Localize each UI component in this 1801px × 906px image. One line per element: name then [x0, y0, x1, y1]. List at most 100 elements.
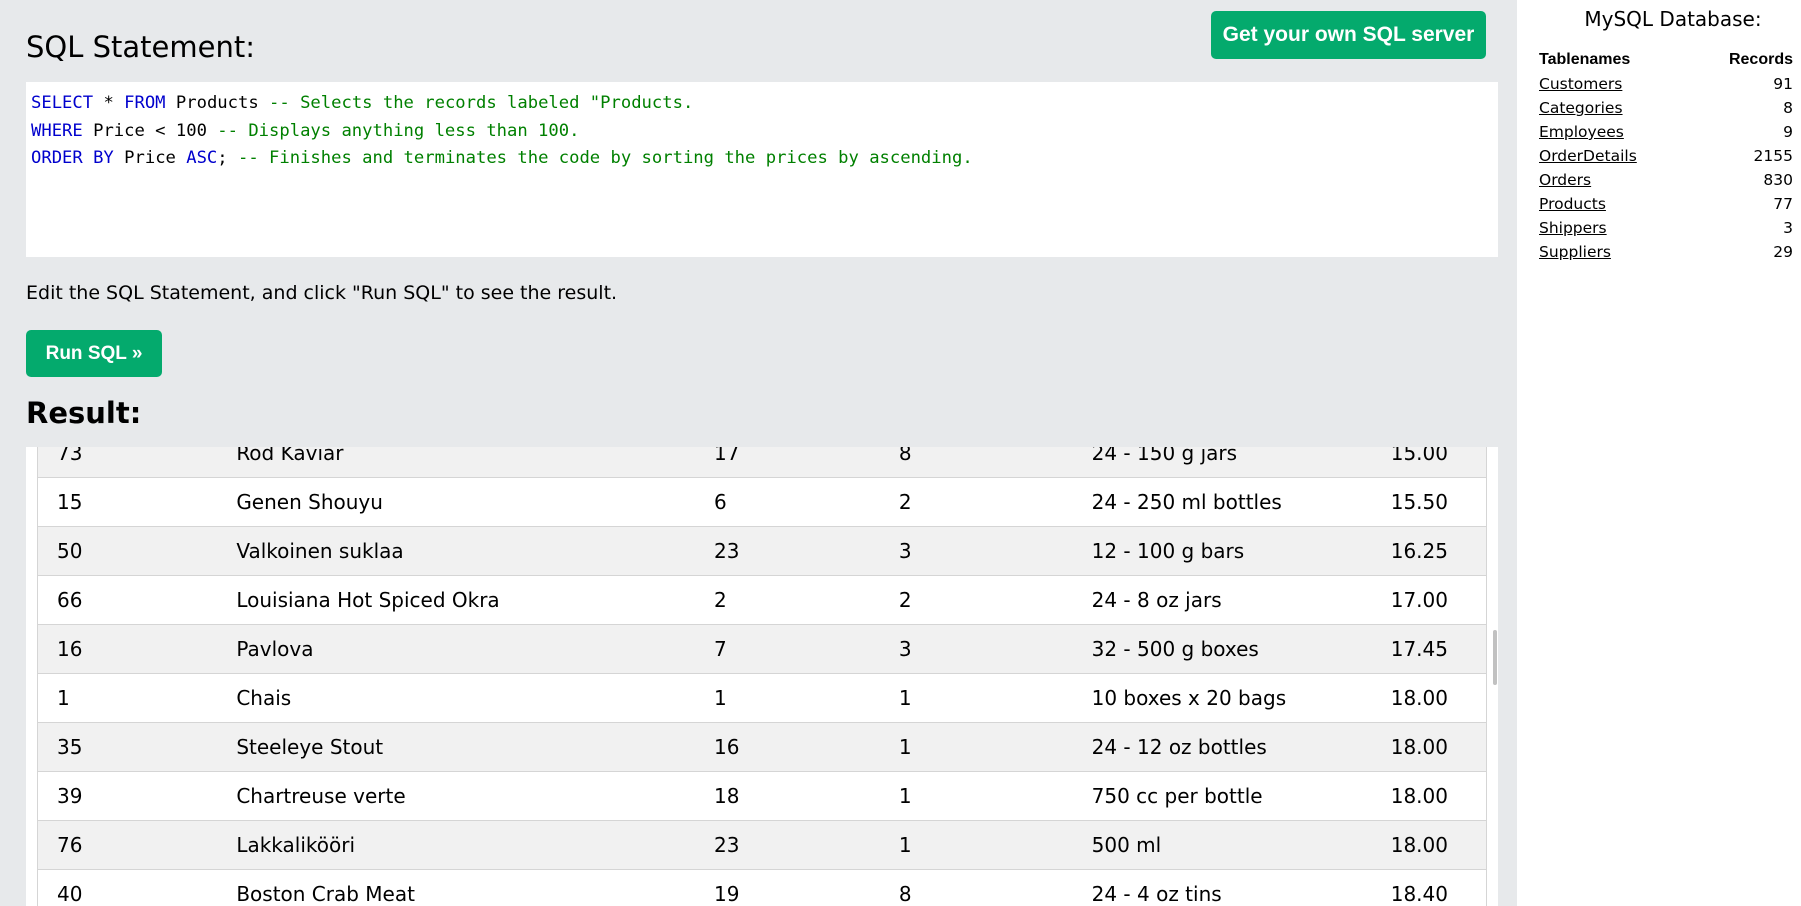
table-row: 40 Boston Crab Meat 19 8 24 - 4 oz tins 18.40 — [37, 869, 1487, 906]
records-header: Records — [1728, 51, 1793, 68]
table-name-link[interactable]: Orders — [1539, 171, 1591, 198]
supplier-id-cell: 18 — [695, 771, 880, 821]
sql-comment: -- Finishes and terminates the code by s… — [237, 148, 973, 169]
record-count: 3 — [1783, 219, 1793, 237]
product-name-cell: Pavlova — [217, 624, 696, 674]
price-cell: 17.45 — [1372, 624, 1487, 674]
sql-keyword: WHERE — [31, 120, 83, 141]
table-list-item: Shippers 3 — [1539, 219, 1793, 246]
result-scrollbar[interactable] — [1493, 630, 1497, 685]
product-id-cell: 15 — [37, 477, 218, 527]
sql-keyword: ASC — [186, 148, 218, 169]
supplier-id-cell: 19 — [695, 869, 880, 906]
sql-keyword: ORDER BY — [31, 148, 114, 169]
supplier-id-cell: 2 — [695, 575, 880, 625]
sql-keyword: SELECT — [31, 93, 94, 113]
price-cell: 15.50 — [1372, 477, 1487, 527]
result-panel[interactable]: 73 Röd Kaviar 17 8 24 - 150 g jars 15.00 15 Gen… — [26, 447, 1498, 906]
table-list-item: Suppliers 29 — [1539, 243, 1793, 270]
unit-cell: 24 - 12 oz bottles — [1072, 722, 1373, 772]
database-title: MySQL Database: — [1584, 7, 1762, 31]
sql-editor-panel: SQL Statement: Get your own SQL server S… — [0, 0, 1517, 906]
category-id-cell: 3 — [879, 624, 1073, 674]
get-sql-server-button[interactable]: Get your own SQL server — [1211, 11, 1486, 59]
table-name-link[interactable]: Categories — [1539, 99, 1623, 126]
product-name-cell: Boston Crab Meat — [217, 869, 696, 906]
unit-cell: 12 - 100 g bars — [1072, 526, 1373, 576]
product-name-cell: Chartreuse verte — [217, 771, 696, 821]
table-row: 66 Louisiana Hot Spiced Okra 2 2 24 - 8 oz j… — [37, 575, 1487, 625]
category-id-cell: 3 — [879, 526, 1073, 576]
category-id-cell: 2 — [879, 477, 1073, 527]
record-count: 830 — [1763, 171, 1793, 189]
table-row: 50 Valkoinen suklaa 23 3 12 - 100 g bars 16.2… — [37, 526, 1487, 576]
product-name-cell: Louisiana Hot Spiced Okra — [217, 575, 696, 625]
sql-code-editor[interactable]: SELECT * FROM Products -- Selects the re… — [26, 82, 1498, 257]
unit-cell: 32 - 500 g boxes — [1072, 624, 1373, 674]
table-row: 35 Steeleye Stout 16 1 24 - 12 oz bottles 18.… — [37, 722, 1487, 772]
tablenames-header: Tablenames — [1539, 51, 1631, 68]
product-id-cell: 1 — [37, 673, 218, 723]
price-cell: 18.00 — [1372, 771, 1487, 821]
code-line: WHERE Price < 100 -- Displays anything l… — [31, 118, 1493, 146]
table-name-link[interactable]: Shippers — [1539, 219, 1607, 246]
table-list-item: OrderDetails 2155 — [1539, 147, 1793, 174]
record-count: 8 — [1783, 99, 1793, 117]
supplier-id-cell: 16 — [695, 722, 880, 772]
table-name-link[interactable]: OrderDetails — [1539, 147, 1637, 174]
product-id-cell: 50 — [37, 526, 218, 576]
product-id-cell: 73 — [37, 447, 218, 478]
table-name-link[interactable]: Suppliers — [1539, 243, 1611, 270]
supplier-id-cell: 23 — [695, 526, 880, 576]
category-id-cell: 1 — [879, 722, 1073, 772]
product-id-cell: 35 — [37, 722, 218, 772]
product-name-cell: Chais — [217, 673, 696, 723]
product-id-cell: 40 — [37, 869, 218, 906]
price-cell: 18.00 — [1372, 820, 1487, 870]
unit-cell: 24 - 150 g jars — [1072, 447, 1373, 478]
price-cell: 18.00 — [1372, 722, 1487, 772]
price-cell: 16.25 — [1372, 526, 1487, 576]
run-sql-button[interactable]: Run SQL » — [26, 330, 162, 377]
sql-token: Price — [113, 148, 187, 169]
sql-token: Price < 100 — [82, 120, 218, 141]
product-name-cell: Steeleye Stout — [217, 722, 696, 772]
unit-cell: 750 cc per bottle — [1072, 771, 1373, 821]
price-cell: 18.40 — [1372, 869, 1487, 906]
price-cell: 18.00 — [1372, 673, 1487, 723]
table-row: 1 Chais 1 1 10 boxes x 20 bags 18.00 — [37, 673, 1487, 723]
sql-token: * — [93, 93, 125, 113]
supplier-id-cell: 23 — [695, 820, 880, 870]
unit-cell: 24 - 4 oz tins — [1072, 869, 1373, 906]
table-row: 16 Pavlova 7 3 32 - 500 g boxes 17.45 — [37, 624, 1487, 674]
sql-keyword: FROM — [124, 93, 166, 113]
table-list-item: Categories 8 — [1539, 99, 1793, 126]
table-name-link[interactable]: Products — [1539, 195, 1606, 222]
price-cell: 15.00 — [1372, 447, 1487, 478]
table-row: 76 Lakkalikööri 23 1 500 ml 18.00 — [37, 820, 1487, 870]
category-id-cell: 1 — [879, 673, 1073, 723]
product-name-cell: Genen Shouyu — [217, 477, 696, 527]
record-count: 2155 — [1753, 147, 1793, 165]
record-count: 9 — [1783, 123, 1793, 141]
record-count: 29 — [1773, 243, 1793, 261]
supplier-id-cell: 1 — [695, 673, 880, 723]
supplier-id-cell: 6 — [695, 477, 880, 527]
table-row: 15 Genen Shouyu 6 2 24 - 250 ml bottles 15.50 — [37, 477, 1487, 527]
instructions-text: Edit the SQL Statement, and click "Run S… — [26, 282, 618, 304]
supplier-id-cell: 7 — [695, 624, 880, 674]
table-name-link[interactable]: Employees — [1539, 123, 1624, 150]
category-id-cell: 8 — [879, 447, 1073, 478]
database-sidebar: MySQL Database: Tablenames Records Custo… — [1517, 0, 1801, 906]
unit-cell: 10 boxes x 20 bags — [1072, 673, 1373, 723]
result-heading: Result: — [26, 396, 142, 430]
record-count: 91 — [1773, 75, 1793, 93]
code-line: ORDER BY Price ASC; -- Finishes and term… — [31, 145, 1493, 173]
sql-statement-heading: SQL Statement: — [26, 30, 255, 64]
table-name-link[interactable]: Customers — [1539, 75, 1622, 102]
sql-token: ; — [217, 148, 238, 169]
supplier-id-cell: 17 — [695, 447, 880, 478]
sql-token: Products — [165, 93, 270, 113]
unit-cell: 24 - 8 oz jars — [1072, 575, 1373, 625]
product-name-cell: Valkoinen suklaa — [217, 526, 696, 576]
